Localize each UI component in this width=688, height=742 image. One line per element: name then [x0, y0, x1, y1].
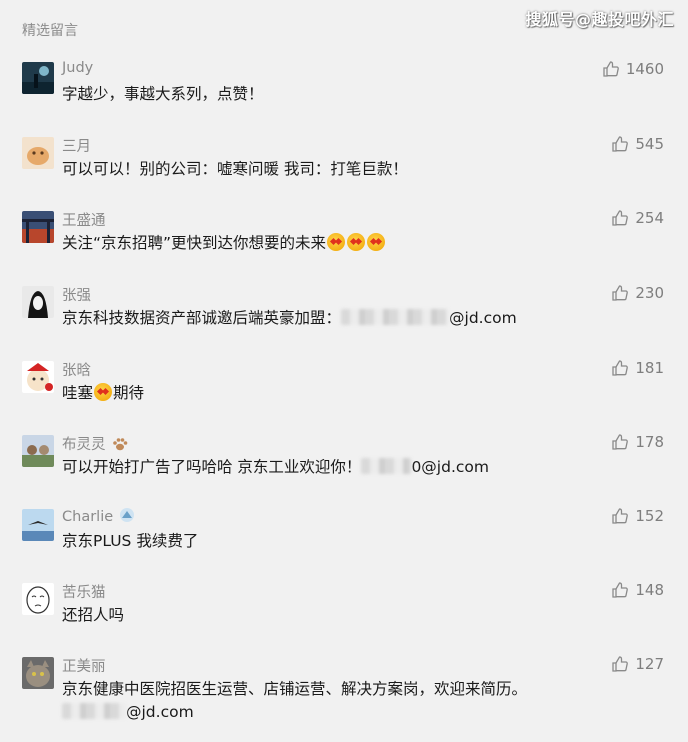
- avatar[interactable]: [22, 361, 54, 393]
- comment-author-name[interactable]: 布灵灵: [62, 437, 106, 453]
- like-button[interactable]: 1460: [602, 60, 664, 78]
- comment-text-suffix: 0@jd.com: [411, 458, 489, 476]
- like-count: 181: [635, 359, 664, 377]
- paw-print-icon: [112, 437, 128, 455]
- comment-text-content: 京东科技数据资产部诚邀后端英豪加盟：: [62, 309, 342, 327]
- comment-text-suffix: 期待: [113, 384, 145, 402]
- redacted-email-blur: [341, 309, 450, 325]
- like-count: 1460: [625, 60, 664, 78]
- comment-author-name[interactable]: Charlie: [62, 509, 113, 525]
- like-count: 152: [635, 507, 664, 525]
- like-count: 230: [635, 284, 664, 302]
- comment-text: 还招人吗: [62, 606, 125, 624]
- thumbs-up-icon: [602, 60, 620, 78]
- star-struck-emoji: [94, 383, 113, 401]
- section-title: 精选留言: [22, 23, 78, 39]
- thumbs-up-icon: [611, 284, 629, 302]
- thumbs-up-icon: [611, 655, 629, 673]
- like-count: 545: [635, 135, 664, 153]
- comment-author[interactable]: 张晗: [62, 359, 91, 380]
- comment-text: 关注“京东招聘”更快到达你想要的未来: [62, 232, 622, 255]
- like-button[interactable]: 148: [611, 581, 664, 599]
- star-struck-emoji: [327, 233, 346, 251]
- like-button[interactable]: 152: [611, 507, 664, 525]
- comment-text-content: 京东健康中医院招医生运营、店铺运营、解决方案岗，欢迎来简历。: [62, 680, 528, 698]
- comment-author[interactable]: Charlie: [62, 507, 135, 527]
- comment-text-content: 哇塞: [62, 384, 94, 402]
- like-button[interactable]: 181: [611, 359, 664, 377]
- like-count: 127: [635, 655, 664, 673]
- avatar[interactable]: [22, 62, 54, 94]
- avatar[interactable]: [22, 509, 54, 541]
- comment-author[interactable]: 正美丽: [62, 655, 106, 676]
- comment-text: 京东科技数据资产部诚邀后端英豪加盟： @jd.com: [62, 307, 622, 330]
- comment-author[interactable]: 苦乐猫: [62, 581, 106, 602]
- thumbs-up-icon: [611, 209, 629, 227]
- comment-author[interactable]: 王盛通: [62, 209, 106, 230]
- star-struck-emoji: [347, 233, 366, 251]
- comment-author[interactable]: 张强: [62, 284, 91, 305]
- comment-text: 京东PLUS 我续费了: [62, 532, 199, 550]
- redacted-email-blur: [62, 703, 126, 719]
- star-struck-emoji: [367, 233, 386, 251]
- avatar[interactable]: [22, 435, 54, 467]
- like-count: 178: [635, 433, 664, 451]
- avatar[interactable]: [22, 657, 54, 689]
- small-avatar-badge-icon: [119, 507, 135, 527]
- like-button[interactable]: 230: [611, 284, 664, 302]
- like-button[interactable]: 254: [611, 209, 664, 227]
- comment-text-content: 可以开始打广告了吗哈哈 京东工业欢迎你！: [62, 458, 362, 476]
- thumbs-up-icon: [611, 433, 629, 451]
- thumbs-up-icon: [611, 135, 629, 153]
- avatar[interactable]: [22, 211, 54, 243]
- comment-text: 字越少，事越大系列，点赞！: [62, 85, 264, 103]
- comment-text: 可以可以！别的公司：嘘寒问暖 我司：打笔巨款！: [62, 160, 408, 178]
- comment-text-suffix: @jd.com: [126, 703, 194, 721]
- comment-text: 哇塞 期待: [62, 382, 622, 405]
- comment-text: 可以开始打广告了吗哈哈 京东工业欢迎你！ 0@jd.com: [62, 456, 622, 479]
- comment-author[interactable]: 三月: [62, 135, 91, 156]
- comment-author[interactable]: Judy: [62, 60, 93, 76]
- like-button[interactable]: 178: [611, 433, 664, 451]
- comment-author[interactable]: 布灵灵: [62, 433, 128, 455]
- redacted-email-blur: [361, 458, 412, 474]
- comment-text-suffix: @jd.com: [449, 309, 517, 327]
- avatar[interactable]: [22, 137, 54, 169]
- like-button[interactable]: 545: [611, 135, 664, 153]
- thumbs-up-icon: [611, 359, 629, 377]
- watermark: 搜狐号@趣投吧外汇: [525, 10, 674, 29]
- like-count: 148: [635, 581, 664, 599]
- comment-text: 京东健康中医院招医生运营、店铺运营、解决方案岗，欢迎来简历。 @jd.com: [62, 678, 622, 724]
- comment-text-content: 关注“京东招聘”更快到达你想要的未来: [62, 234, 327, 252]
- like-button[interactable]: 127: [611, 655, 664, 673]
- like-count: 254: [635, 209, 664, 227]
- thumbs-up-icon: [611, 507, 629, 525]
- avatar[interactable]: [22, 583, 54, 615]
- avatar[interactable]: [22, 286, 54, 318]
- thumbs-up-icon: [611, 581, 629, 599]
